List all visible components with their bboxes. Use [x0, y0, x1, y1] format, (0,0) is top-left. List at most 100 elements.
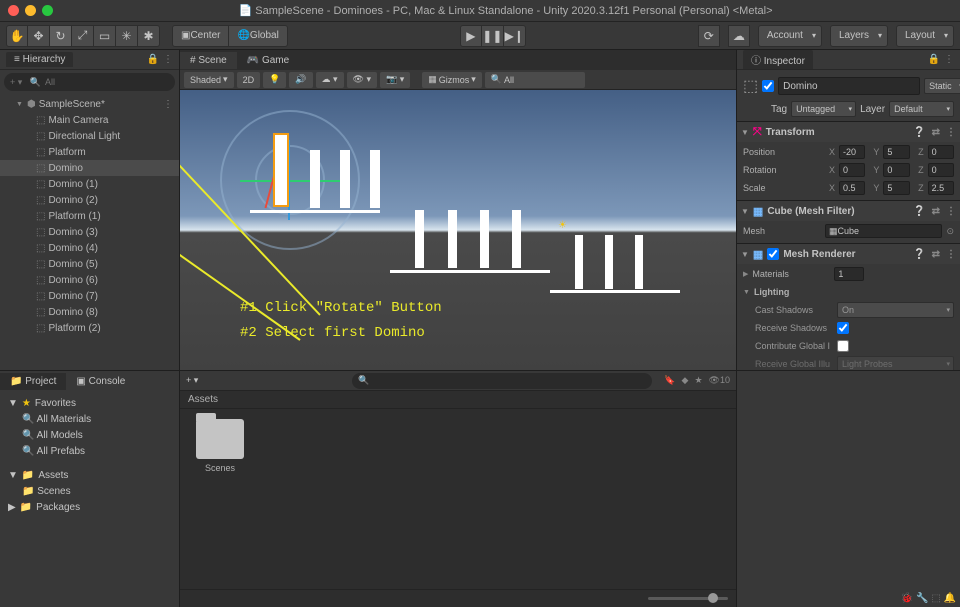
transform-header[interactable]: ▼⤧Transform❔⇄⋮ [737, 122, 960, 142]
scene-tab[interactable]: # Scene [180, 52, 237, 69]
hierarchy-scene-row[interactable]: ▼⬢SampleScene*⋮ [0, 96, 179, 112]
console-tab[interactable]: ▣ Console [66, 373, 135, 390]
hierarchy-item[interactable]: ⬚Platform (1) [0, 208, 179, 224]
scene-viewport[interactable]: ☀ #1 Click "Rotate" Button #2 Select fir… [180, 90, 736, 370]
hierarchy-item[interactable]: ⬚Main Camera [0, 112, 179, 128]
project-add-button[interactable]: + ▾ [186, 375, 198, 386]
layers-dropdown[interactable]: Layers [830, 25, 888, 47]
scl-x[interactable]: 0.5 [839, 181, 865, 195]
mesh-field[interactable]: ▦ Cube [825, 224, 942, 238]
receive-shadows-checkbox[interactable] [837, 322, 849, 334]
favorite-item[interactable]: 🔍 All Models [0, 427, 179, 443]
hierarchy-item[interactable]: ⬚Domino (6) [0, 272, 179, 288]
hierarchy-item[interactable]: ⬚Platform [0, 144, 179, 160]
hierarchy-item[interactable]: ⬚Domino (4) [0, 240, 179, 256]
hierarchy-tree: ▼⬢SampleScene*⋮ ⬚Main Camera⬚Directional… [0, 94, 179, 338]
view-2d-toggle[interactable]: 2D [237, 72, 261, 88]
game-tab[interactable]: 🎮 Game [237, 52, 299, 69]
hierarchy-item[interactable]: ⬚Domino (3) [0, 224, 179, 240]
scl-y[interactable]: 5 [883, 181, 909, 195]
cast-shadows-dropdown[interactable]: On [837, 302, 954, 318]
pause-button[interactable]: ❚❚ [482, 25, 504, 47]
rot-x[interactable]: 0 [839, 163, 865, 177]
hierarchy-item[interactable]: ⬚Directional Light [0, 128, 179, 144]
hierarchy-tab[interactable]: ≡ Hierarchy [6, 52, 73, 67]
rotate-tool[interactable]: ↻ [50, 25, 72, 47]
assets-panel: + ▾ 🔍 🔖 ◆ ★ 👁10 Assets Scenes [180, 371, 736, 607]
tag-dropdown[interactable]: Untagged [791, 101, 856, 117]
inspector-menu-icon[interactable]: ⋮ [944, 54, 954, 65]
inspector-tab[interactable]: ⓘ Inspector [743, 50, 813, 69]
pivot-center-toggle[interactable]: ▣ Center [172, 25, 229, 47]
step-button[interactable]: ▶❙ [504, 25, 526, 47]
shading-mode-dropdown[interactable]: Shaded ▾ [184, 72, 234, 88]
hierarchy-item[interactable]: ⬚Domino (8) [0, 304, 179, 320]
minimize-window-button[interactable] [25, 5, 36, 16]
packages-row[interactable]: ▶📁 Packages [0, 499, 179, 515]
assets-breadcrumb[interactable]: Assets [180, 391, 736, 409]
hierarchy-item[interactable]: ⬚Domino (5) [0, 256, 179, 272]
hand-tool[interactable]: ✋ [6, 25, 28, 47]
cloud-button[interactable]: ☁ [728, 25, 750, 47]
static-dropdown[interactable]: Static [924, 78, 960, 94]
pos-y[interactable]: 5 [883, 145, 909, 159]
domino-selected[interactable] [275, 135, 287, 205]
favorite-item[interactable]: 🔍 All Materials [0, 411, 179, 427]
layer-dropdown[interactable]: Default [889, 101, 954, 117]
scene-audio-icon[interactable]: 🔊 [289, 72, 312, 88]
account-dropdown[interactable]: Account [758, 25, 822, 47]
transform-tool[interactable]: ✳ [116, 25, 138, 47]
project-tab[interactable]: 📁 Project [0, 373, 66, 390]
filter-type-icon[interactable]: ◆ [682, 375, 689, 386]
close-window-button[interactable] [8, 5, 19, 16]
hierarchy-search[interactable]: + ▾ 🔍 All [4, 73, 175, 91]
hierarchy-item[interactable]: ⬚Domino (2) [0, 192, 179, 208]
hierarchy-item[interactable]: ⬚Platform (2) [0, 320, 179, 336]
gameobject-active-checkbox[interactable] [762, 80, 774, 92]
scene-panel: # Scene 🎮 Game Shaded ▾ 2D 💡 🔊 ☁ ▾ 👁 ▾ 📷… [180, 50, 736, 370]
scale-tool[interactable]: ⤢ [72, 25, 94, 47]
assets-row[interactable]: ▼📁 Assets [0, 467, 179, 483]
hierarchy-item[interactable]: ⬚Domino [0, 160, 179, 176]
hierarchy-item[interactable]: ⬚Domino (7) [0, 288, 179, 304]
collab-button[interactable]: ⟳ [698, 25, 720, 47]
hierarchy-panel: ≡ Hierarchy 🔒 ⋮ + ▾ 🔍 All ▼⬢SampleScene*⋮… [0, 50, 180, 370]
meshrenderer-enabled[interactable] [767, 248, 779, 260]
gizmos-dropdown[interactable]: ▦ Gizmos ▾ [422, 72, 482, 88]
project-search[interactable]: 🔍 [352, 373, 652, 389]
scene-fx-icon[interactable]: ☁ ▾ [316, 72, 344, 88]
scene-camera-icon[interactable]: 📷 ▾ [380, 72, 410, 88]
meshrenderer-header[interactable]: ▼▦Mesh Renderer❔⇄⋮ [737, 244, 960, 264]
local-global-toggle[interactable]: 🌐 Global [229, 25, 287, 47]
maximize-window-button[interactable] [42, 5, 53, 16]
play-button[interactable]: ▶ [460, 25, 482, 47]
layout-dropdown[interactable]: Layout [896, 25, 954, 47]
pos-x[interactable]: -20 [839, 145, 865, 159]
scene-visibility-icon[interactable]: 👁 ▾ [347, 72, 377, 88]
main-toolbar: ✋ ✥ ↻ ⤢ ▭ ✳ ✱ ▣ Center 🌐 Global ▶ ❚❚ ▶❙ … [0, 22, 960, 50]
assets-child[interactable]: 📁 Scenes [0, 483, 179, 499]
favorites-row[interactable]: ▼★Favorites [0, 395, 179, 411]
scl-z[interactable]: 2.5 [928, 181, 954, 195]
meshfilter-header[interactable]: ▼▦Cube (Mesh Filter)❔⇄⋮ [737, 201, 960, 221]
inspector-lock-icon[interactable]: 🔒 [928, 54, 940, 65]
scene-light-icon[interactable]: 💡 [263, 72, 286, 88]
hierarchy-item[interactable]: ⬚Domino (1) [0, 176, 179, 192]
rot-y[interactable]: 0 [883, 163, 909, 177]
pos-z[interactable]: 0 [928, 145, 954, 159]
scene-search[interactable]: 🔍 All [485, 72, 585, 88]
asset-size-slider[interactable] [648, 597, 728, 600]
filter-label-icon[interactable]: ★ [694, 375, 702, 386]
gameobject-name-field[interactable] [778, 77, 920, 95]
hierarchy-menu-icon[interactable]: ⋮ [163, 54, 173, 65]
custom-tool[interactable]: ✱ [138, 25, 160, 47]
contribute-gi-checkbox[interactable] [837, 340, 849, 352]
rot-z[interactable]: 0 [928, 163, 954, 177]
filter-favorites-icon[interactable]: 🔖 [664, 375, 675, 386]
hidden-packages-icon[interactable]: 👁10 [709, 375, 730, 386]
rect-tool[interactable]: ▭ [94, 25, 116, 47]
folder-scenes[interactable]: Scenes [190, 419, 250, 473]
favorite-item[interactable]: 🔍 All Prefabs [0, 443, 179, 459]
move-tool[interactable]: ✥ [28, 25, 50, 47]
hierarchy-lock-icon[interactable]: 🔒 [147, 54, 159, 65]
